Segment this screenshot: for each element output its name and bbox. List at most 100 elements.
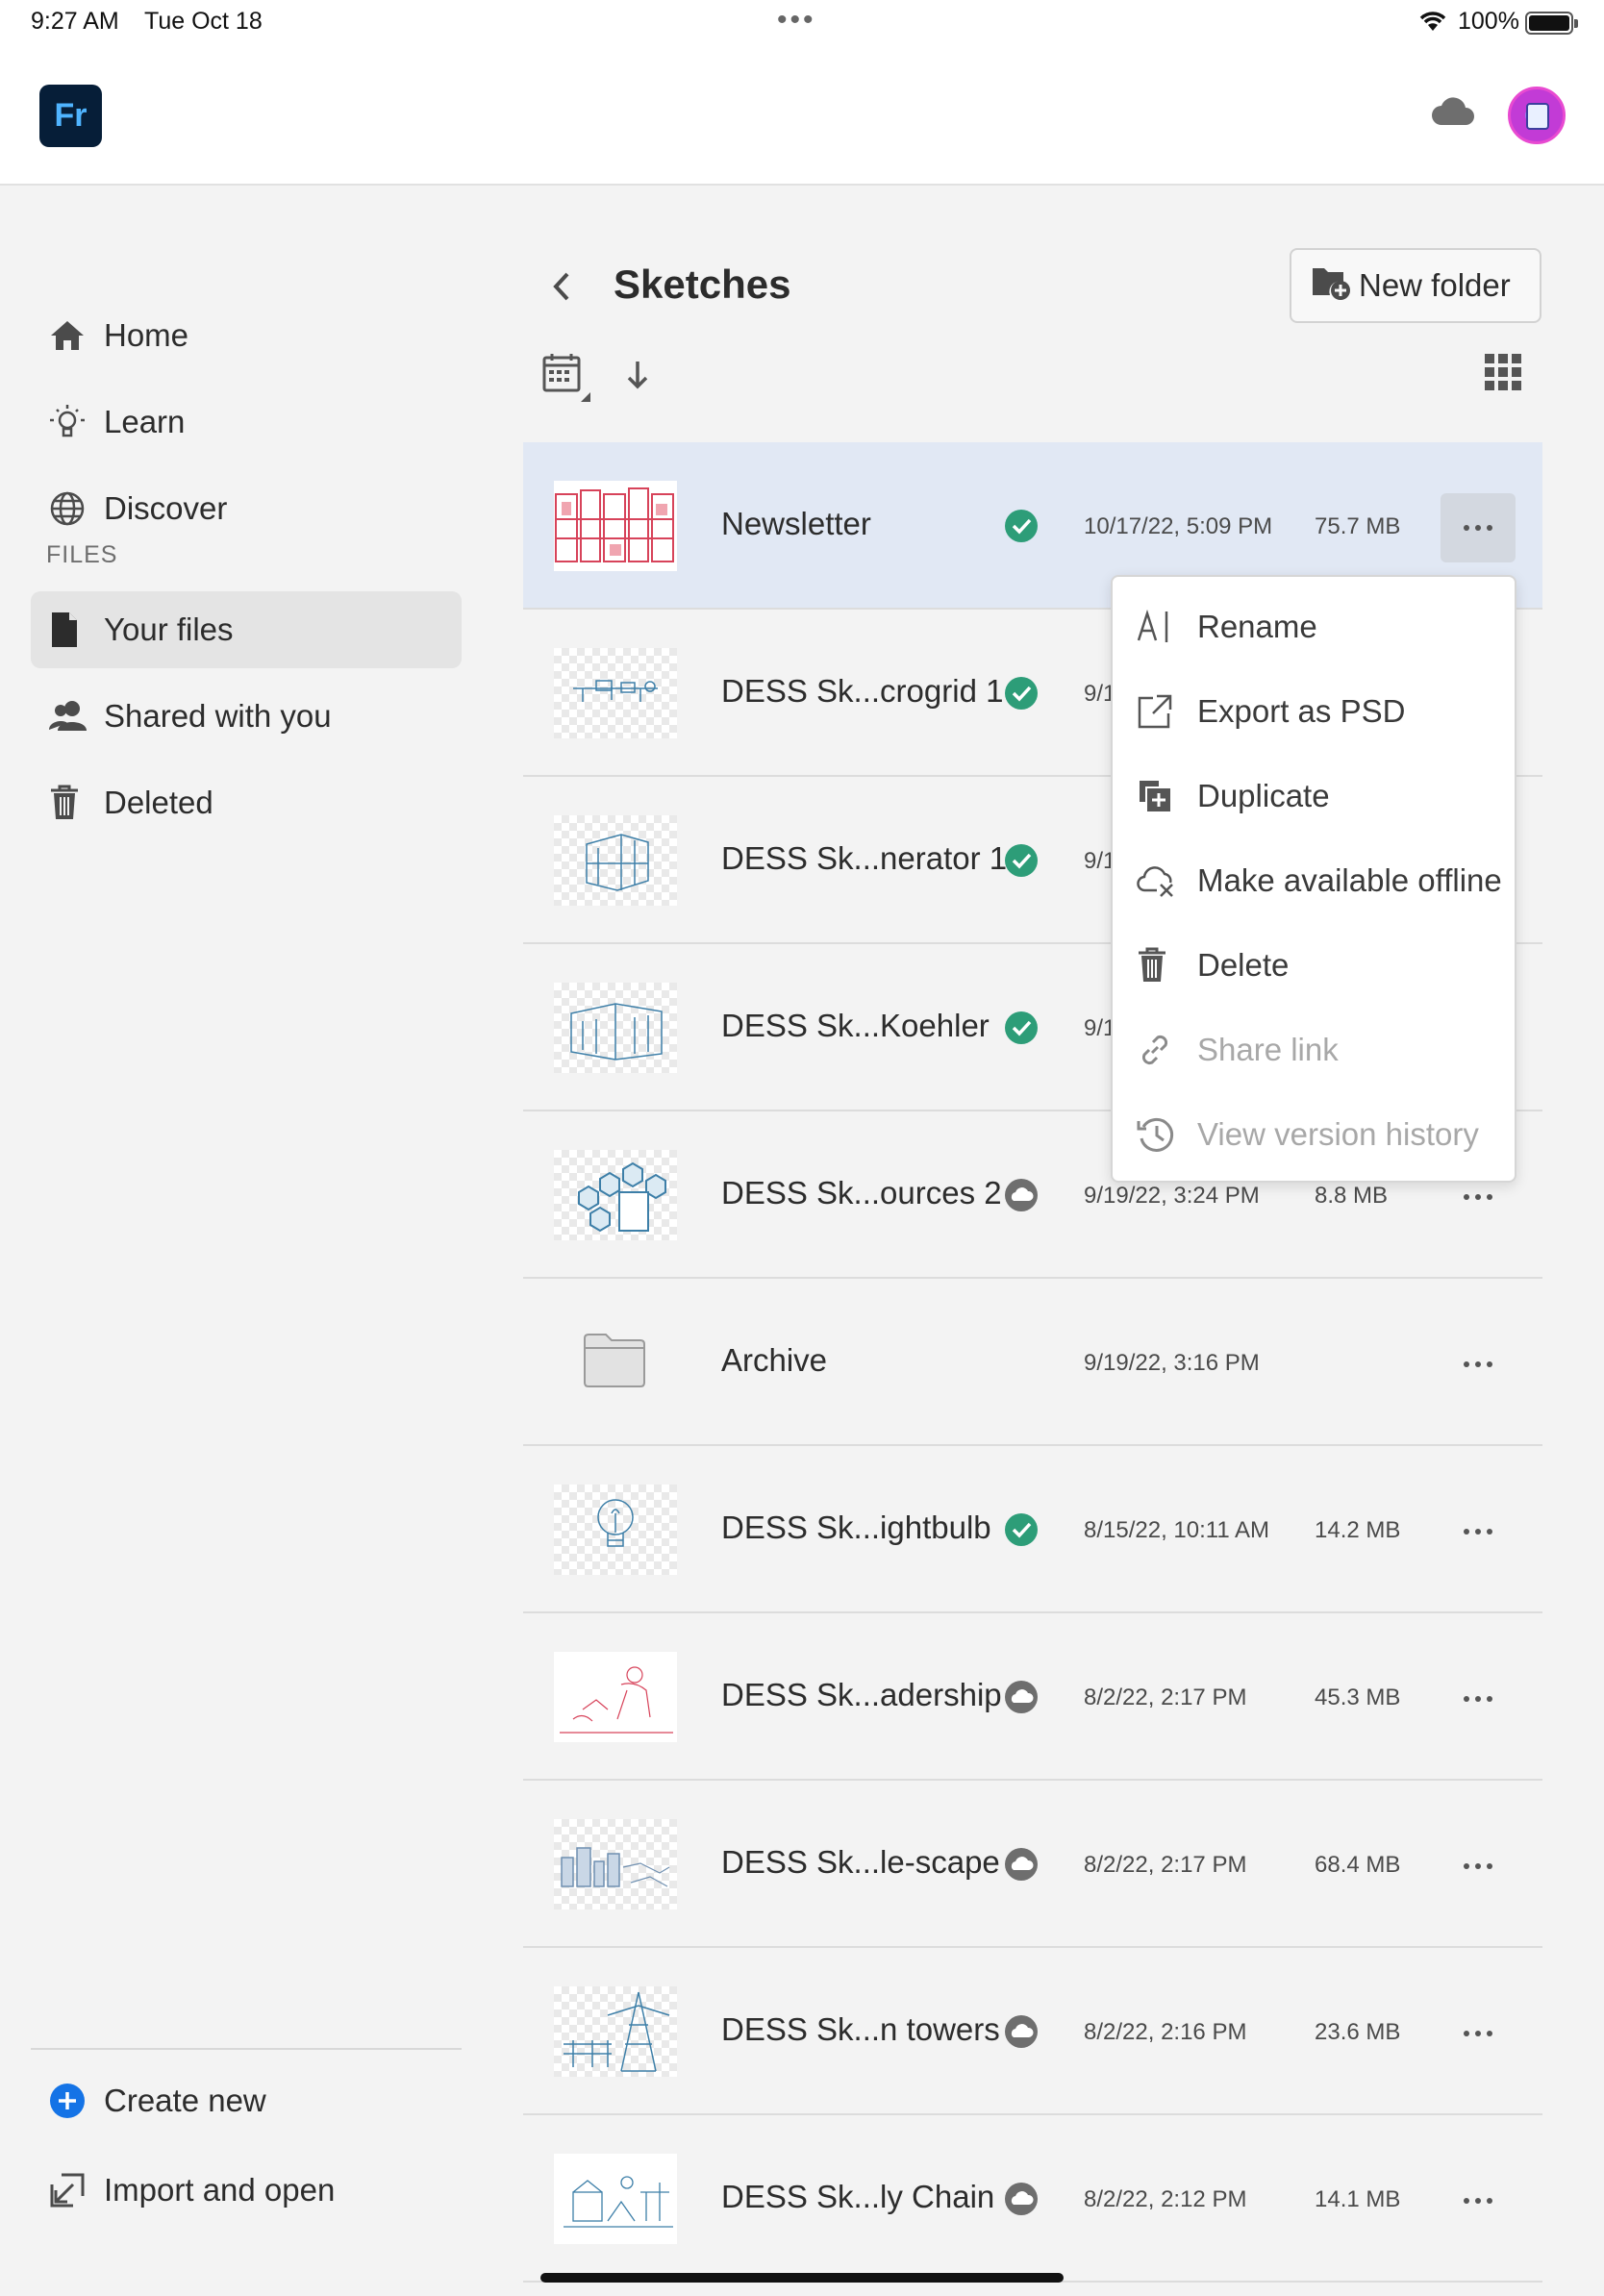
sidebar-item-learn[interactable]: Learn bbox=[31, 384, 462, 461]
grid-view-icon[interactable] bbox=[1485, 354, 1521, 390]
app-logo[interactable]: Fr bbox=[39, 85, 102, 147]
new-folder-button[interactable]: New folder bbox=[1290, 248, 1541, 323]
more-options-icon[interactable] bbox=[1441, 1497, 1516, 1566]
history-icon bbox=[1113, 1115, 1197, 1154]
file-name: DESS Sk...nerator 1 bbox=[721, 840, 1008, 876]
trash-icon bbox=[31, 784, 104, 822]
menu-item-label: Export as PSD bbox=[1197, 693, 1406, 729]
file-row[interactable]: DESS Sk...le-scape 8/2/22, 2:17 PM 68.4 … bbox=[523, 1781, 1542, 1948]
sidebar-item-label: Learn bbox=[104, 404, 186, 439]
file-size: 68.4 MB bbox=[1315, 1852, 1401, 1878]
file-name: DESS Sk...n towers bbox=[721, 2011, 1000, 2047]
import-icon bbox=[31, 2171, 104, 2209]
menu-item-share-link[interactable]: Share link bbox=[1113, 1008, 1515, 1092]
more-options-icon[interactable] bbox=[1441, 493, 1516, 562]
menu-item-label: View version history bbox=[1197, 1116, 1479, 1152]
avatar[interactable] bbox=[1508, 87, 1566, 144]
sidebar-item-discover[interactable]: Discover bbox=[31, 470, 462, 547]
users-icon bbox=[31, 698, 104, 735]
back-chevron-icon[interactable] bbox=[544, 266, 579, 307]
folder-row[interactable]: Archive 9/19/22, 3:16 PM bbox=[523, 1279, 1542, 1446]
import-and-open-button[interactable]: Import and open bbox=[31, 2152, 462, 2229]
import-and-open-label: Import and open bbox=[104, 2172, 336, 2208]
home-indicator[interactable] bbox=[540, 2273, 1064, 2283]
file-size: 23.6 MB bbox=[1315, 2019, 1401, 2045]
file-date: 8/2/22, 2:17 PM bbox=[1084, 1685, 1247, 1710]
menu-item-label: Duplicate bbox=[1197, 778, 1330, 813]
sort-by-date-icon[interactable] bbox=[540, 350, 596, 406]
file-row[interactable]: DESS Sk...n towers 8/2/22, 2:16 PM 23.6 … bbox=[523, 1948, 1542, 2115]
link-icon bbox=[1113, 1031, 1197, 1069]
file-thumbnail bbox=[554, 1819, 677, 1909]
menu-item-label: Delete bbox=[1197, 947, 1290, 983]
file-name: DESS Sk...ly Chain bbox=[721, 2179, 995, 2214]
app-header: Fr bbox=[0, 46, 1604, 186]
file-thumbnail bbox=[554, 1150, 677, 1240]
create-new-label: Create new bbox=[104, 2083, 266, 2118]
sidebar-item-shared-with-you[interactable]: Shared with you bbox=[31, 678, 462, 755]
file-thumbnail bbox=[554, 815, 677, 906]
file-name: DESS Sk...crogrid 1 bbox=[721, 673, 1004, 709]
synced-check-icon bbox=[1004, 1512, 1039, 1547]
create-new-button[interactable]: Create new bbox=[31, 2062, 462, 2139]
home-icon bbox=[31, 318, 104, 353]
menu-item-label: Make available offline bbox=[1197, 862, 1502, 898]
sidebar-item-label: Deleted bbox=[104, 785, 213, 820]
export-icon bbox=[1113, 692, 1197, 731]
lightbulb-icon bbox=[31, 403, 104, 441]
menu-item-label: Rename bbox=[1197, 609, 1317, 644]
duplicate-icon bbox=[1113, 777, 1197, 815]
more-options-icon[interactable] bbox=[1441, 1832, 1516, 1901]
menu-item-export-as-psd[interactable]: Export as PSD bbox=[1113, 669, 1515, 754]
section-label-files: FILES bbox=[46, 541, 118, 568]
file-row[interactable]: DESS Sk...ly Chain 8/2/22, 2:12 PM 14.1 … bbox=[523, 2115, 1542, 2283]
rename-icon bbox=[1113, 608, 1197, 646]
globe-icon bbox=[31, 489, 104, 528]
more-options-icon[interactable] bbox=[1441, 1330, 1516, 1399]
sidebar-divider bbox=[31, 2048, 462, 2050]
file-date: 8/15/22, 10:11 AM bbox=[1084, 1517, 1270, 1543]
battery-percent: 100% bbox=[1458, 8, 1519, 35]
cloud-icon[interactable] bbox=[1431, 96, 1475, 132]
more-options-icon[interactable] bbox=[1441, 1664, 1516, 1734]
more-options-icon[interactable] bbox=[1441, 1999, 1516, 2068]
trash-icon bbox=[1113, 946, 1197, 985]
sidebar-item-home[interactable]: Home bbox=[31, 297, 462, 374]
file-name: DESS Sk...Koehler bbox=[721, 1008, 990, 1043]
cloud-status-icon bbox=[1004, 2014, 1039, 2049]
wifi-icon bbox=[1417, 10, 1448, 37]
more-options-icon[interactable] bbox=[1441, 2166, 1516, 2235]
file-row[interactable]: DESS Sk...adership 8/2/22, 2:17 PM 45.3 … bbox=[523, 1613, 1542, 1781]
sidebar-item-deleted[interactable]: Deleted bbox=[31, 764, 462, 841]
file-date: 8/2/22, 2:12 PM bbox=[1084, 2186, 1247, 2212]
file-row[interactable]: DESS Sk...ightbulb 8/15/22, 10:11 AM 14.… bbox=[523, 1446, 1542, 1613]
file-thumbnail bbox=[554, 1485, 677, 1575]
sort-descending-arrow-icon[interactable] bbox=[623, 356, 652, 394]
status-bar: 9:27 AM Tue Oct 18 ••• 100% bbox=[0, 0, 1604, 46]
synced-check-icon bbox=[1004, 1011, 1039, 1045]
status-time: 9:27 AM bbox=[31, 8, 119, 35]
file-thumbnail bbox=[554, 1652, 677, 1742]
file-size: 45.3 MB bbox=[1315, 1685, 1401, 1710]
file-size: 8.8 MB bbox=[1315, 1183, 1389, 1209]
menu-item-make-available-offline[interactable]: Make available offline bbox=[1113, 838, 1515, 923]
multitasking-dots-icon[interactable]: ••• bbox=[777, 4, 816, 37]
page-title: Sketches bbox=[614, 262, 791, 307]
cloud-offline-icon bbox=[1113, 861, 1197, 900]
file-thumbnail bbox=[554, 648, 677, 738]
menu-item-view-version-history[interactable]: View version history bbox=[1113, 1092, 1515, 1177]
menu-item-rename[interactable]: Rename bbox=[1113, 585, 1515, 669]
file-name: DESS Sk...ightbulb bbox=[721, 1510, 991, 1545]
file-date: 8/2/22, 2:16 PM bbox=[1084, 2019, 1247, 2045]
menu-item-duplicate[interactable]: Duplicate bbox=[1113, 754, 1515, 838]
new-folder-label: New folder bbox=[1359, 267, 1511, 303]
file-size: 75.7 MB bbox=[1315, 513, 1401, 539]
file-name: DESS Sk...adership bbox=[721, 1677, 1002, 1712]
file-date: 9/19/22, 3:16 PM bbox=[1084, 1350, 1260, 1376]
file-date: 9/19/22, 3:24 PM bbox=[1084, 1183, 1260, 1209]
menu-item-delete[interactable]: Delete bbox=[1113, 923, 1515, 1008]
menu-item-label: Share link bbox=[1197, 1032, 1339, 1067]
sidebar-item-your-files[interactable]: Your files bbox=[31, 591, 462, 668]
file-context-menu: Rename Export as PSD Duplicate Make avai… bbox=[1111, 575, 1516, 1183]
file-thumbnail bbox=[554, 2154, 677, 2244]
